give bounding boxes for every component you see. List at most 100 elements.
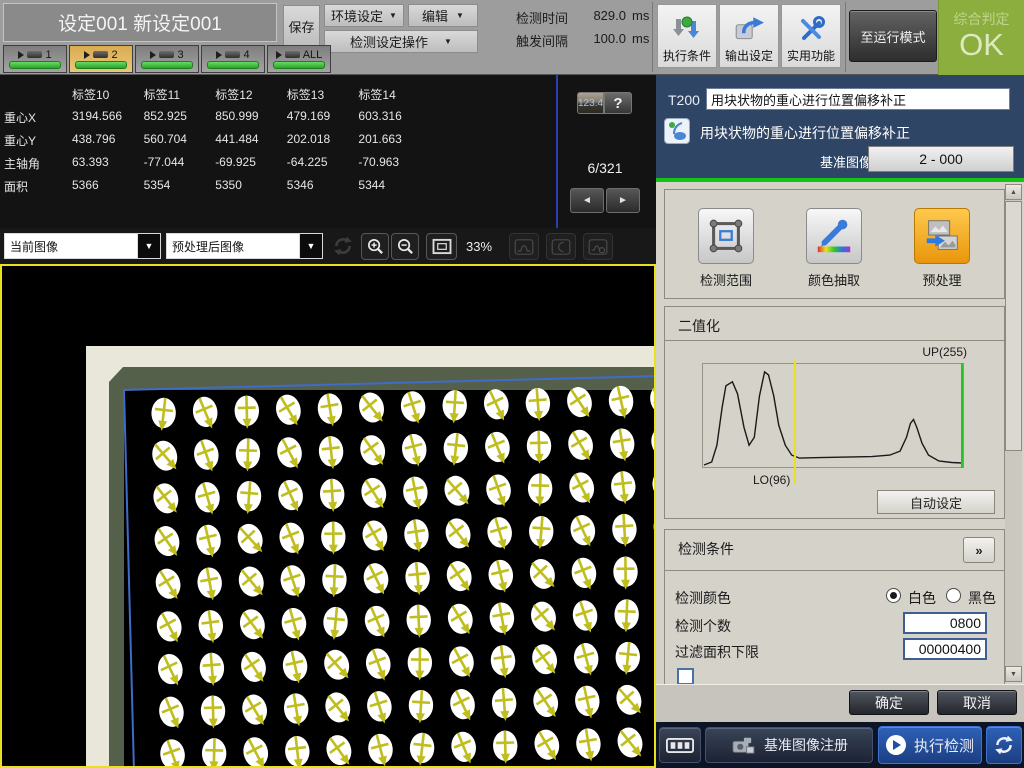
divider	[665, 570, 1004, 571]
white-radio[interactable]	[886, 588, 901, 603]
histogram-curve	[703, 364, 963, 467]
preprocessing-label: 预处理	[897, 270, 987, 289]
tab-1[interactable]: 1	[3, 45, 67, 73]
image-source-select[interactable]: 当前图像 ▼	[4, 233, 161, 259]
table-cell: 3194.566	[72, 109, 122, 123]
profile-icon	[551, 239, 571, 255]
binarization-group: 二值化 UP(255) LO(96) 自动设定	[664, 306, 1005, 519]
profile-tool-button[interactable]	[546, 233, 576, 260]
upper-threshold-line[interactable]	[961, 363, 963, 468]
table-cell: 441.484	[215, 132, 258, 146]
chevron-down-icon: ▼	[137, 234, 160, 258]
help-button[interactable]: ?	[604, 92, 632, 114]
run-inspection-button[interactable]: 执行检测	[878, 726, 982, 764]
fit-to-screen-button[interactable]	[426, 233, 457, 260]
image-logging-button[interactable]	[659, 727, 701, 763]
ok-button[interactable]: 确定	[849, 690, 929, 715]
scroll-down-button[interactable]: ▼	[1005, 666, 1022, 682]
white-radio-label: 白色	[908, 588, 936, 608]
lower-threshold-line[interactable]	[794, 359, 796, 483]
preprocessing-button[interactable]	[914, 208, 970, 264]
overall-judgement-panel: 综合判定 OK	[938, 0, 1024, 75]
play-icon	[18, 51, 24, 59]
column-header: 标签14	[358, 86, 395, 103]
tab-4[interactable]: 4	[201, 45, 265, 73]
histogram-icon	[514, 239, 534, 255]
table-cell: 5366	[72, 178, 99, 192]
table-cell: 5354	[144, 178, 171, 192]
inspection-settings-menu[interactable]: 检测设定操作▼	[324, 30, 478, 53]
fit-screen-icon	[431, 238, 453, 255]
output-settings-button[interactable]: 输出设定	[719, 4, 779, 68]
chevron-down-icon: ▼	[299, 234, 322, 258]
tab-all[interactable]: ALL	[267, 45, 331, 73]
chevron-down-icon: ▼	[444, 37, 452, 46]
environment-settings-menu[interactable]: 环境设定▼	[324, 4, 404, 27]
numeric-display-button[interactable]: 123.4	[577, 92, 604, 114]
region-icon	[705, 215, 747, 257]
histogram-tool-button[interactable]	[509, 233, 539, 260]
camera-image-viewport[interactable]	[0, 264, 656, 768]
page-indicator: 6/321	[570, 160, 640, 176]
save-button[interactable]: 保存	[283, 5, 320, 48]
reference-image-value[interactable]: 2 - 000	[868, 146, 1014, 172]
table-cell: 850.999	[215, 109, 258, 123]
display-settings-button[interactable]	[583, 233, 613, 260]
eyedropper-icon	[813, 215, 855, 257]
play-icon	[84, 51, 90, 59]
color-extraction-button[interactable]	[806, 208, 862, 264]
refresh-icon	[332, 235, 354, 262]
column-header: 标签10	[72, 86, 109, 103]
row-label: 主轴角	[4, 155, 40, 172]
status-bar-green	[273, 61, 325, 69]
continuous-run-button[interactable]	[986, 726, 1022, 764]
table-cell: -64.225	[287, 155, 328, 169]
divider	[845, 2, 846, 72]
black-radio[interactable]	[946, 588, 961, 603]
detection-color-label: 检测颜色	[675, 588, 731, 608]
image-stage-select[interactable]: 预处理后图像 ▼	[166, 233, 323, 259]
tools-group: 检测范围 颜色抽取	[664, 189, 1005, 299]
table-cell: 603.316	[358, 109, 401, 123]
trigger-interval-value: 100.0	[578, 31, 626, 46]
detection-region-button[interactable]	[698, 208, 754, 264]
tab-2[interactable]: 2	[69, 45, 133, 73]
bar-icon	[93, 51, 108, 58]
scene-title: 设定001 新设定001	[3, 3, 277, 42]
preprocess-icon	[921, 215, 963, 257]
detection-count-input[interactable]	[903, 612, 987, 634]
scroll-up-button[interactable]: ▲	[1005, 184, 1022, 200]
execution-conditions-button[interactable]: 执行条件	[657, 4, 717, 68]
panel-scrollbar[interactable]: ▲ ▼	[1005, 184, 1022, 682]
table-cell: -77.044	[144, 155, 185, 169]
tab-3[interactable]: 3	[135, 45, 199, 73]
expand-button[interactable]: »	[963, 537, 995, 563]
filter-area-input[interactable]	[903, 638, 987, 660]
partial-checkbox[interactable]	[677, 668, 694, 684]
table-cell: 5346	[287, 178, 314, 192]
zoom-out-button[interactable]	[391, 233, 419, 260]
edit-menu[interactable]: 编辑▼	[408, 4, 478, 27]
switch-to-run-mode-button[interactable]: 至运行模式	[849, 10, 937, 62]
bar-icon	[159, 51, 174, 58]
tools-icon	[796, 15, 826, 43]
register-reference-image-button[interactable]: 基准图像注册	[705, 727, 873, 763]
zoom-in-button[interactable]	[361, 233, 389, 260]
chevron-down-icon: ▼	[389, 11, 397, 20]
table-cell: 479.169	[287, 109, 330, 123]
bar-icon	[285, 51, 300, 58]
table-cell: -70.963	[358, 155, 399, 169]
judgement-value: OK	[939, 29, 1024, 61]
status-bar-green	[207, 61, 259, 69]
unit-name-input[interactable]	[706, 88, 1010, 110]
next-page-button[interactable]: ►	[606, 188, 640, 213]
confirm-strip: 确定 取消	[656, 684, 1024, 722]
utility-functions-button[interactable]: 实用功能	[781, 4, 841, 68]
auto-set-button[interactable]: 自动设定	[877, 490, 995, 514]
cancel-button[interactable]: 取消	[937, 690, 1017, 715]
column-header: 标签12	[215, 86, 252, 103]
filter-area-label: 过滤面积下限	[675, 642, 759, 662]
prev-page-button[interactable]: ◄	[570, 188, 604, 213]
zoom-in-icon	[366, 237, 385, 256]
scroll-thumb[interactable]	[1005, 201, 1022, 451]
